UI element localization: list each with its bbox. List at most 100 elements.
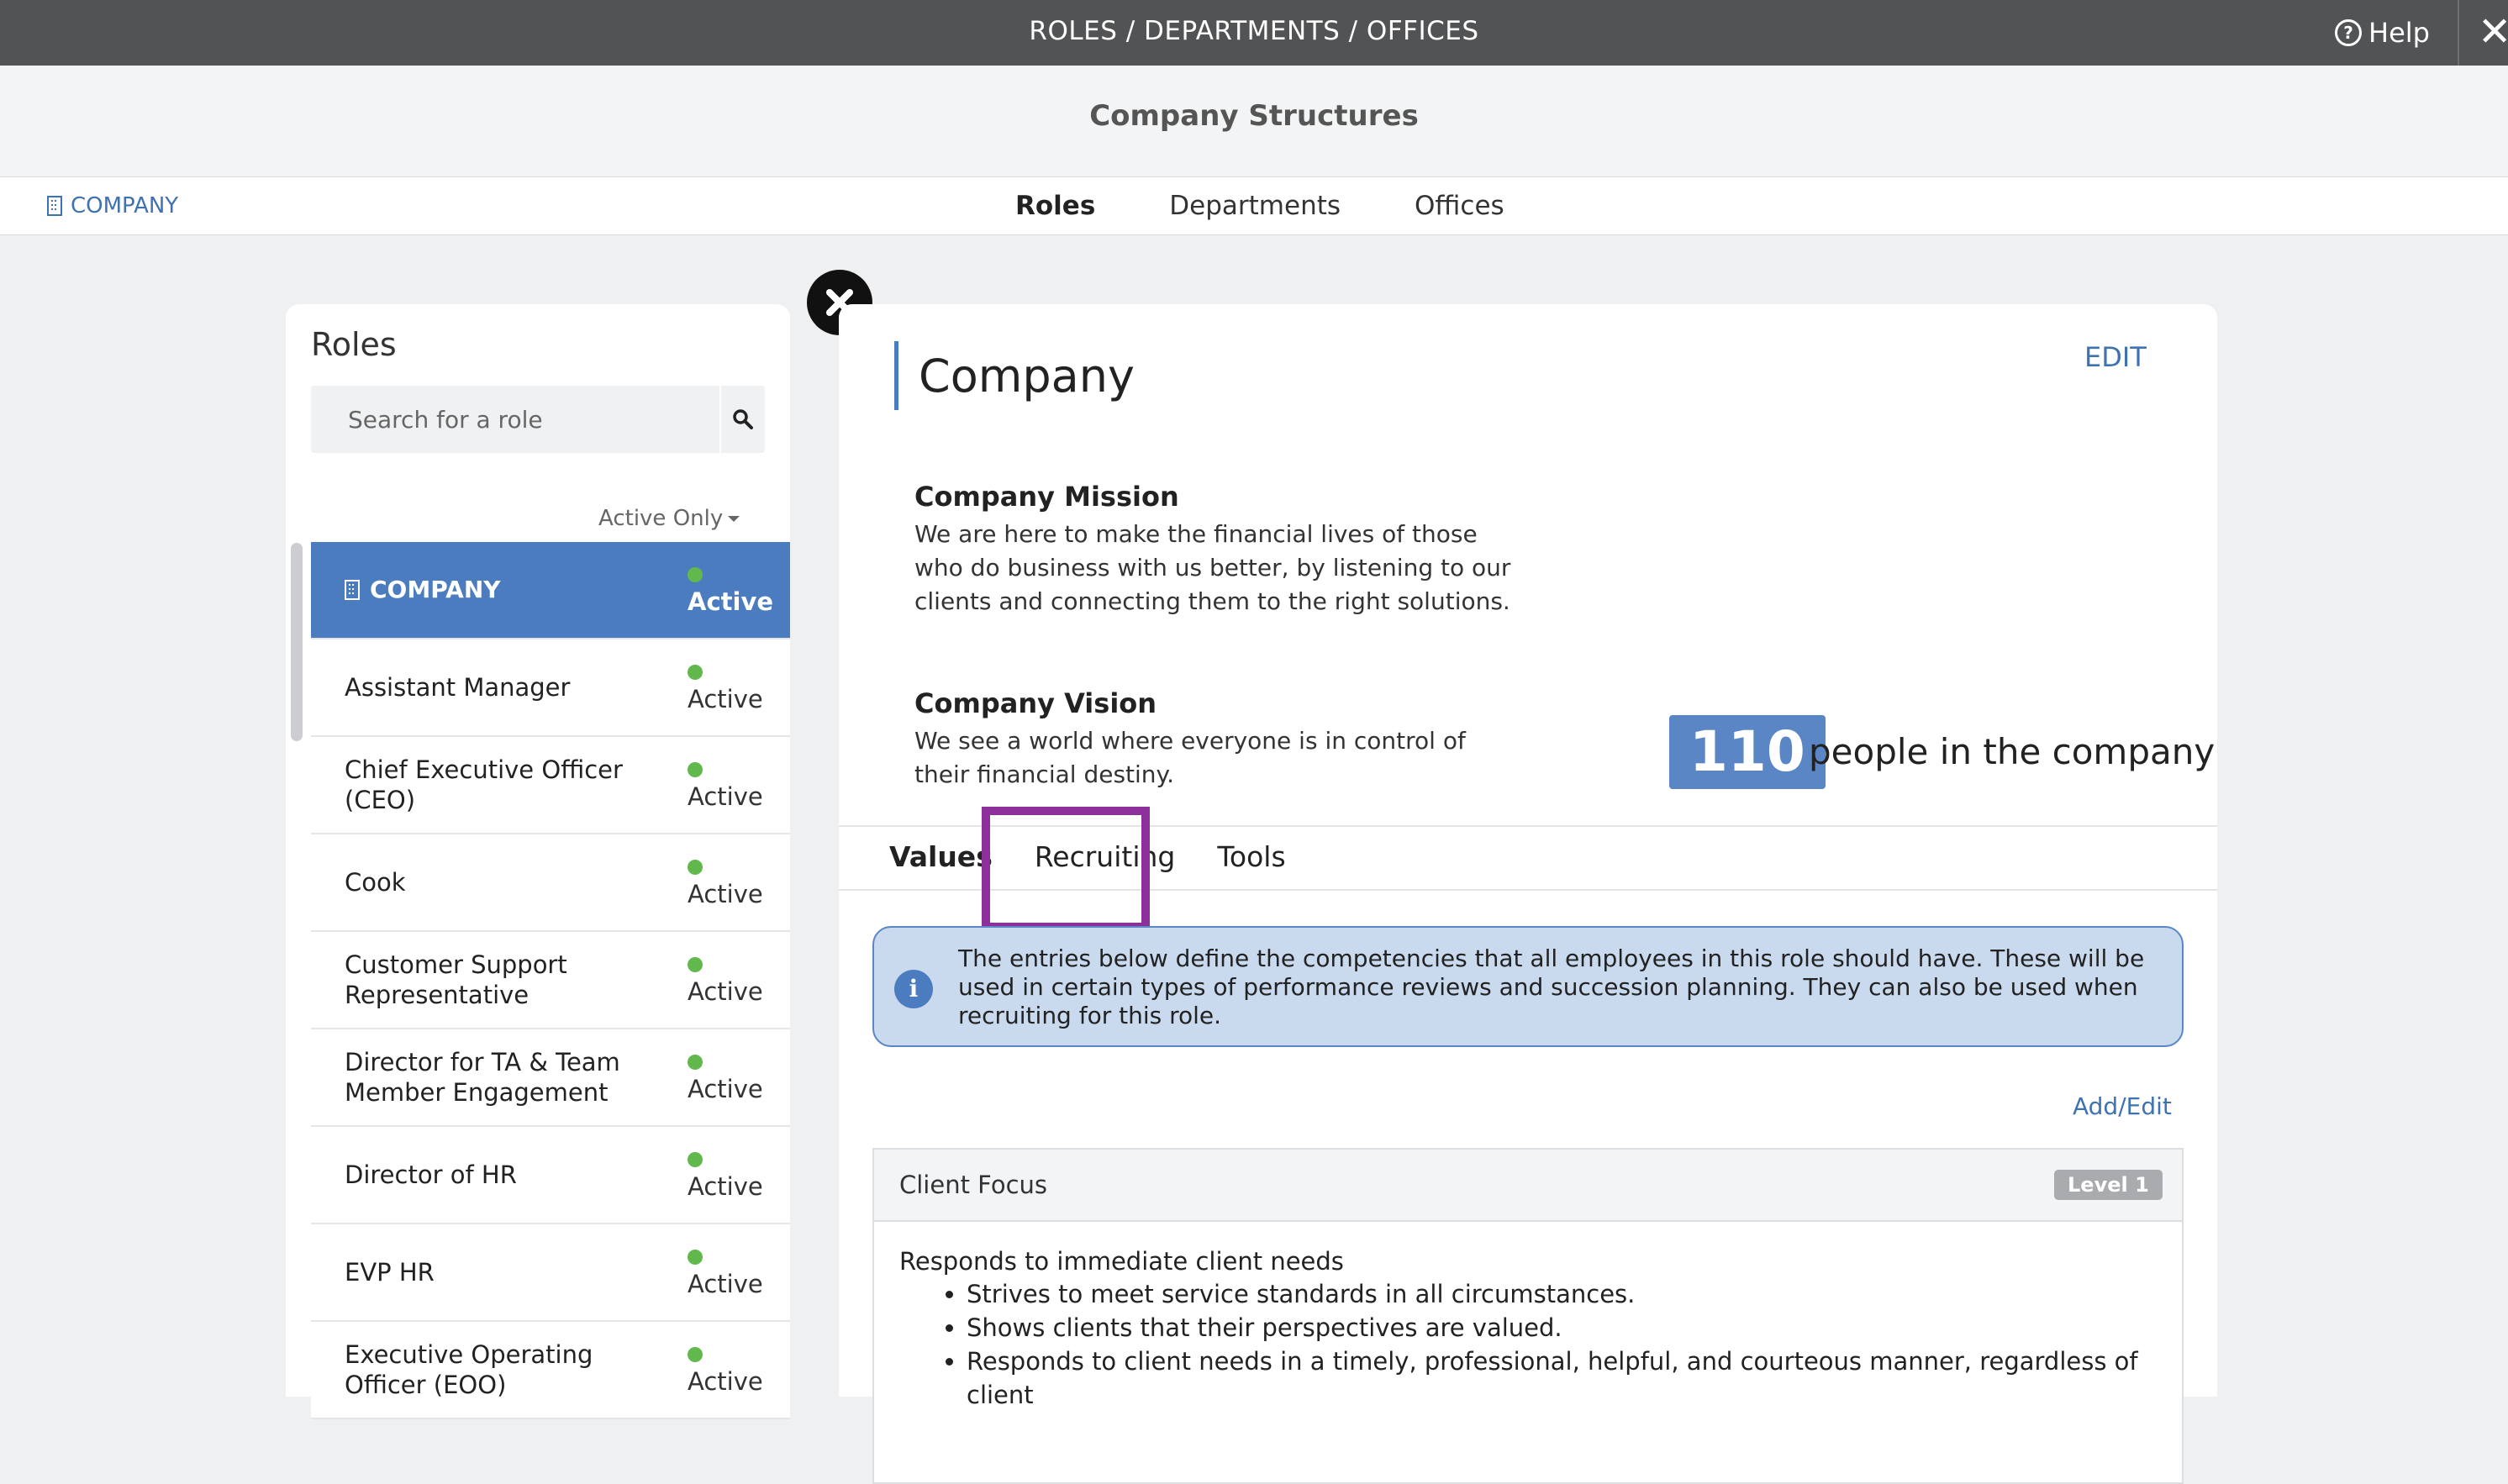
help-button[interactable]: ? Help (2335, 0, 2430, 66)
status-filter-dropdown[interactable]: Active Only (598, 506, 740, 531)
mission-text: We are here to make the financial lives … (914, 520, 1511, 615)
role-status: Active (688, 932, 788, 1028)
role-name: EVP HR (345, 1258, 435, 1287)
role-name: Cook (345, 868, 406, 897)
roles-panel-title: Roles (311, 326, 397, 363)
role-item[interactable]: EVP HR Active (311, 1224, 790, 1322)
role-name: Executive Operating Officer (EOO) (345, 1340, 593, 1399)
structure-tabs: Roles Departments Offices (1015, 177, 1504, 234)
role-status: Active (688, 1127, 788, 1223)
building-icon (47, 196, 62, 216)
add-edit-link[interactable]: Add/Edit (2073, 1092, 2172, 1120)
role-item[interactable]: Customer Support Representative Active (311, 932, 790, 1029)
status-dot (688, 1055, 703, 1070)
role-status: Active (688, 834, 788, 930)
vision-heading: Company Vision (914, 687, 1157, 719)
roles-scrollbar[interactable] (291, 543, 303, 741)
role-item[interactable]: Director of HR Active (311, 1127, 790, 1224)
role-detail-panel: Company EDIT Company Mission We are here… (839, 304, 2217, 1484)
status-dot (688, 1152, 703, 1167)
status-text: Active (688, 977, 763, 1006)
status-dot (688, 1347, 703, 1362)
nav-bar: COMPANY Roles Departments Offices (0, 177, 2508, 235)
list-item: Responds to client needs in a timely, pr… (967, 1345, 2182, 1412)
search-icon (733, 409, 753, 429)
status-text: Active (688, 1172, 763, 1201)
role-status: Active (688, 737, 788, 833)
status-dot (688, 1250, 703, 1265)
help-label: Help (2368, 17, 2430, 49)
status-dot (688, 665, 703, 680)
competency-header[interactable]: Client Focus Level 1 (874, 1150, 2182, 1222)
question-icon: ? (2335, 19, 2362, 46)
role-item-company[interactable]: COMPANY Active (311, 542, 790, 639)
role-search (311, 386, 765, 453)
people-count-badge: 110 (1669, 715, 1826, 789)
list-item: Strives to meet service standards in all… (967, 1277, 2182, 1311)
info-banner: i The entries below define the competenc… (872, 926, 2184, 1047)
highlight-annotation (982, 807, 1150, 931)
role-status: Active (688, 1322, 788, 1418)
company-link-label: COMPANY (71, 193, 179, 218)
role-item[interactable]: Director for TA & Team Member Engagement… (311, 1029, 790, 1127)
role-item[interactable]: Executive Operating Officer (EOO) Active (311, 1322, 790, 1419)
filter-label: Active Only (598, 506, 724, 531)
role-name: Customer Support Representative (345, 950, 567, 1009)
status-text: Active (688, 1367, 763, 1396)
role-item[interactable]: Chief Executive Officer (CEO) Active (311, 737, 790, 834)
detail-title: Company (894, 341, 1135, 410)
tab-tools[interactable]: Tools (1217, 825, 1285, 889)
page-title: Company Structures (1089, 99, 1419, 133)
company-breadcrumb-link[interactable]: COMPANY (47, 177, 178, 234)
tab-roles[interactable]: Roles (1015, 177, 1095, 234)
status-text: Active (688, 587, 774, 616)
role-search-input[interactable] (311, 386, 714, 453)
role-name: Director for TA & Team Member Engagement (345, 1048, 620, 1107)
tab-departments[interactable]: Departments (1169, 177, 1341, 234)
role-item[interactable]: Cook Active (311, 834, 790, 932)
status-text: Active (688, 685, 763, 713)
status-text: Active (688, 782, 763, 811)
building-icon (345, 580, 360, 600)
status-text: Active (688, 880, 763, 908)
edit-link[interactable]: EDIT (2084, 341, 2147, 373)
search-button[interactable] (719, 386, 765, 453)
role-status: Active (688, 1029, 788, 1125)
vision-text: We see a world where everyone is in cont… (914, 727, 1466, 788)
tab-offices[interactable]: Offices (1415, 177, 1504, 234)
list-item: Shows clients that their perspectives ar… (967, 1311, 2182, 1345)
top-bar: ROLES / DEPARTMENTS / OFFICES ? Help ✕ (0, 0, 2508, 66)
app-title: ROLES / DEPARTMENTS / OFFICES (1029, 16, 1479, 46)
role-name: Assistant Manager (345, 673, 571, 702)
competency-name: Client Focus (899, 1171, 1047, 1199)
competency-description: Responds to immediate client needs (899, 1247, 1344, 1276)
role-name: Chief Executive Officer (CEO) (345, 755, 623, 814)
status-dot (688, 957, 703, 972)
status-dot (688, 762, 703, 777)
level-badge: Level 1 (2054, 1170, 2163, 1200)
info-icon: i (894, 970, 933, 1008)
competency-bullets: Strives to meet service standards in all… (899, 1277, 2182, 1412)
status-dot (688, 860, 703, 875)
role-name-container: COMPANY (345, 542, 664, 638)
status-dot (688, 567, 703, 582)
role-status: Active (688, 639, 788, 735)
role-status: Active (688, 1224, 788, 1320)
status-text: Active (688, 1075, 763, 1103)
roles-panel: Roles Active Only COMPANY Active Assista… (286, 304, 790, 1419)
caret-down-icon (728, 515, 740, 522)
role-name: COMPANY (370, 576, 501, 603)
tab-values[interactable]: Values (889, 825, 993, 889)
status-text: Active (688, 1270, 763, 1298)
mission-heading: Company Mission (914, 481, 1179, 513)
role-status: Active (688, 542, 788, 638)
role-list: COMPANY Active Assistant Manager Active … (311, 542, 790, 1419)
role-item[interactable]: Assistant Manager Active (311, 639, 790, 737)
info-text: The entries below define the competencie… (958, 945, 2145, 1029)
divider (2458, 0, 2459, 66)
role-name: Director of HR (345, 1160, 517, 1189)
competency-card: Client Focus Level 1 Responds to immedia… (872, 1148, 2184, 1484)
close-icon[interactable]: ✕ (2478, 0, 2508, 66)
page-header: Company Structures (0, 66, 2508, 177)
people-count-label: people in the company (1809, 731, 2216, 772)
